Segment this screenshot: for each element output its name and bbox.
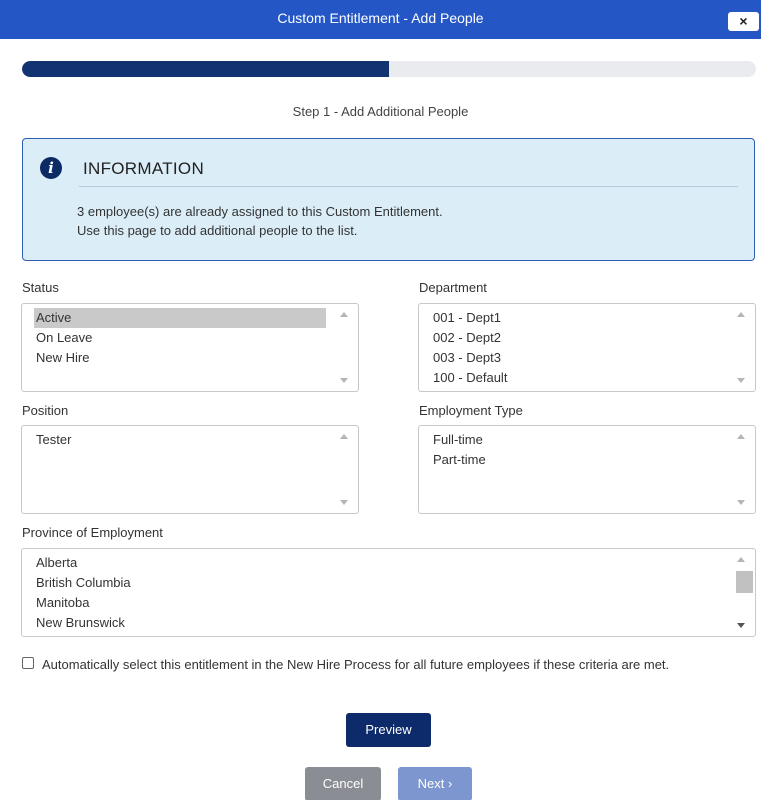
province-option[interactable]: New Brunswick bbox=[34, 613, 723, 633]
department-option[interactable]: 003 - Dept3 bbox=[431, 348, 723, 368]
scroll-down-icon[interactable] bbox=[340, 500, 348, 505]
dialog-titlebar: Custom Entitlement - Add People × bbox=[0, 0, 761, 39]
province-option[interactable]: Alberta bbox=[34, 553, 723, 573]
preview-button[interactable]: Preview bbox=[346, 713, 431, 747]
progress-bar bbox=[22, 61, 756, 77]
position-option-tester[interactable]: Tester bbox=[34, 430, 326, 450]
status-option-on-leave[interactable]: On Leave bbox=[34, 328, 326, 348]
province-option[interactable]: Manitoba bbox=[34, 593, 723, 613]
department-option[interactable]: 100 - Default bbox=[431, 368, 723, 388]
scroll-up-icon[interactable] bbox=[340, 312, 348, 317]
scroll-up-icon[interactable] bbox=[737, 434, 745, 439]
auto-select-option: Automatically select this entitlement in… bbox=[22, 655, 752, 674]
close-button[interactable]: × bbox=[728, 12, 759, 31]
step-label: Step 1 - Add Additional People bbox=[292, 104, 469, 119]
employment-type-option-part-time[interactable]: Part-time bbox=[431, 450, 723, 470]
status-option-active[interactable]: Active bbox=[34, 308, 326, 328]
info-message: 3 employee(s) are already assigned to th… bbox=[77, 202, 443, 240]
employment-type-option-full-time[interactable]: Full-time bbox=[431, 430, 723, 450]
info-icon: i bbox=[40, 157, 62, 179]
department-listbox[interactable]: 001 - Dept1 002 - Dept2 003 - Dept3 100 … bbox=[418, 303, 756, 392]
scroll-down-icon[interactable] bbox=[340, 378, 348, 383]
department-label: Department bbox=[419, 280, 487, 295]
position-label: Position bbox=[22, 403, 69, 418]
status-option-new-hire[interactable]: New Hire bbox=[34, 348, 326, 368]
information-panel: i INFORMATION 3 employee(s) are already … bbox=[22, 138, 755, 261]
scroll-down-icon[interactable] bbox=[737, 623, 745, 628]
province-label: Province of Employment bbox=[22, 525, 163, 540]
next-button[interactable]: Next › bbox=[398, 767, 472, 800]
dialog-title: Custom Entitlement - Add People bbox=[277, 10, 484, 26]
department-options: 001 - Dept1 002 - Dept2 003 - Dept3 100 … bbox=[431, 308, 723, 388]
scroll-up-icon[interactable] bbox=[737, 312, 745, 317]
province-option[interactable]: British Columbia bbox=[34, 573, 723, 593]
scroll-up-icon[interactable] bbox=[737, 557, 745, 562]
employment-type-label: Employment Type bbox=[419, 403, 523, 418]
position-listbox[interactable]: Tester bbox=[21, 425, 359, 514]
auto-select-label[interactable]: Automatically select this entitlement in… bbox=[42, 655, 752, 674]
scroll-down-icon[interactable] bbox=[737, 378, 745, 383]
scrollbar-thumb[interactable] bbox=[736, 571, 753, 593]
employment-type-listbox[interactable]: Full-time Part-time bbox=[418, 425, 756, 514]
info-divider bbox=[79, 186, 738, 187]
scroll-up-icon[interactable] bbox=[340, 434, 348, 439]
cancel-button[interactable]: Cancel bbox=[305, 767, 381, 800]
status-listbox[interactable]: Active On Leave New Hire bbox=[21, 303, 359, 392]
info-heading: INFORMATION bbox=[83, 159, 205, 178]
department-option[interactable]: 002 - Dept2 bbox=[431, 328, 723, 348]
province-options: Alberta British Columbia Manitoba New Br… bbox=[34, 553, 723, 633]
status-options: Active On Leave New Hire bbox=[34, 308, 326, 368]
scroll-down-icon[interactable] bbox=[737, 500, 745, 505]
position-options: Tester bbox=[34, 430, 326, 450]
province-listbox[interactable]: Alberta British Columbia Manitoba New Br… bbox=[21, 548, 756, 637]
info-line-2: Use this page to add additional people t… bbox=[77, 223, 358, 238]
auto-select-checkbox[interactable] bbox=[22, 657, 34, 669]
close-icon: × bbox=[739, 13, 748, 29]
progress-fill bbox=[22, 61, 389, 77]
employment-type-options: Full-time Part-time bbox=[431, 430, 723, 470]
status-label: Status bbox=[22, 280, 59, 295]
info-line-1: 3 employee(s) are already assigned to th… bbox=[77, 204, 443, 219]
department-option[interactable]: 001 - Dept1 bbox=[431, 308, 723, 328]
